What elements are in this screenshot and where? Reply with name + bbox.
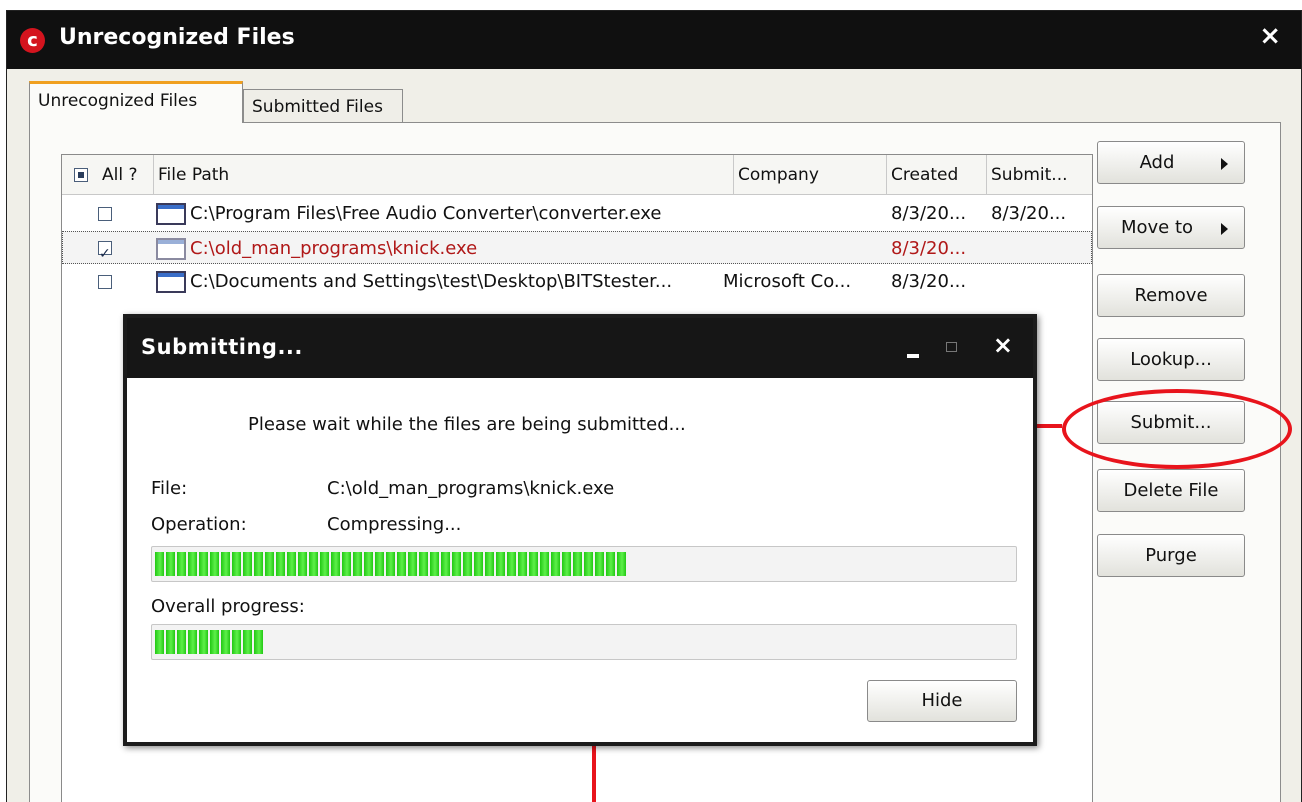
tab-submitted-files[interactable]: Submitted Files xyxy=(243,89,403,125)
select-all-checkbox[interactable] xyxy=(74,168,88,182)
move-to-button[interactable]: Move to xyxy=(1097,206,1245,249)
move-to-button-label: Move to xyxy=(1120,217,1194,238)
close-icon[interactable]: × xyxy=(993,331,1013,359)
column-header-company[interactable]: Company xyxy=(734,155,887,195)
minimize-icon[interactable] xyxy=(907,354,919,358)
close-icon[interactable]: × xyxy=(1259,21,1281,51)
row-checkbox[interactable] xyxy=(98,275,112,289)
file-value: C:\old_man_programs\knick.exe xyxy=(327,478,615,499)
remove-button[interactable]: Remove xyxy=(1097,274,1245,317)
dialog-message: Please wait while the files are being su… xyxy=(248,414,686,435)
row-created: 8/3/20... xyxy=(891,203,967,224)
chevron-right-icon xyxy=(1221,223,1228,235)
file-progress-bar xyxy=(151,546,1017,582)
overall-progress-bar xyxy=(151,624,1017,660)
row-submitted: 8/3/20... xyxy=(991,203,1067,224)
add-button-label: Add xyxy=(1139,152,1175,173)
row-company: Microsoft Co... xyxy=(723,271,852,292)
column-header-submitted[interactable]: Submit... xyxy=(987,155,1092,195)
tab-unrecognized-files[interactable]: Unrecognized Files xyxy=(29,81,243,123)
operation-value: Compressing... xyxy=(327,514,462,535)
overall-progress-label: Overall progress: xyxy=(151,596,305,617)
add-button[interactable]: Add xyxy=(1097,141,1245,184)
hide-button[interactable]: Hide xyxy=(867,680,1017,722)
file-label: File: xyxy=(151,478,188,499)
window-title-bar[interactable]: c Unrecognized Files × xyxy=(7,11,1301,69)
delete-file-button[interactable]: Delete File xyxy=(1097,469,1245,512)
executable-file-icon xyxy=(156,203,186,225)
maximize-icon[interactable] xyxy=(946,342,957,352)
row-created: 8/3/20... xyxy=(891,271,967,292)
column-header-created[interactable]: Created xyxy=(887,155,987,195)
file-progress-fill xyxy=(155,552,628,576)
executable-file-icon xyxy=(156,271,186,293)
column-select-all[interactable]: All ? xyxy=(62,155,154,195)
annotation-line xyxy=(592,745,596,802)
comodo-logo-icon: c xyxy=(20,28,45,53)
purge-button[interactable]: Purge xyxy=(1097,534,1245,577)
window-title: Unrecognized Files xyxy=(59,25,295,50)
row-file-path: C:\Program Files\Free Audio Converter\co… xyxy=(190,203,662,224)
dialog-title-bar[interactable]: Submitting... × xyxy=(127,318,1033,378)
select-all-label: All ? xyxy=(102,165,138,185)
column-header-file-path[interactable]: File Path xyxy=(154,155,734,195)
table-row[interactable]: C:\Program Files\Free Audio Converter\co… xyxy=(62,197,1092,230)
list-header: All ? File Path Company Created Submit..… xyxy=(62,155,1092,195)
lookup-button[interactable]: Lookup... xyxy=(1097,338,1245,381)
dialog-title: Submitting... xyxy=(141,335,303,359)
row-file-path: C:\Documents and Settings\test\Desktop\B… xyxy=(190,271,673,292)
chevron-right-icon xyxy=(1221,158,1228,170)
table-row-selected[interactable]: C:\old_man_programs\knick.exe 8/3/20... xyxy=(62,231,1092,271)
operation-label: Operation: xyxy=(151,514,247,535)
row-checkbox[interactable] xyxy=(98,207,112,221)
table-row[interactable]: C:\Documents and Settings\test\Desktop\B… xyxy=(62,265,1092,298)
row-checkbox[interactable] xyxy=(98,238,112,271)
row-created: 8/3/20... xyxy=(891,238,967,259)
annotation-ellipse xyxy=(1062,389,1292,469)
executable-file-icon xyxy=(156,238,186,260)
submitting-dialog: Submitting... × Please wait while the fi… xyxy=(123,314,1037,746)
overall-progress-fill xyxy=(155,630,265,654)
row-file-path: C:\old_man_programs\knick.exe xyxy=(190,238,478,259)
